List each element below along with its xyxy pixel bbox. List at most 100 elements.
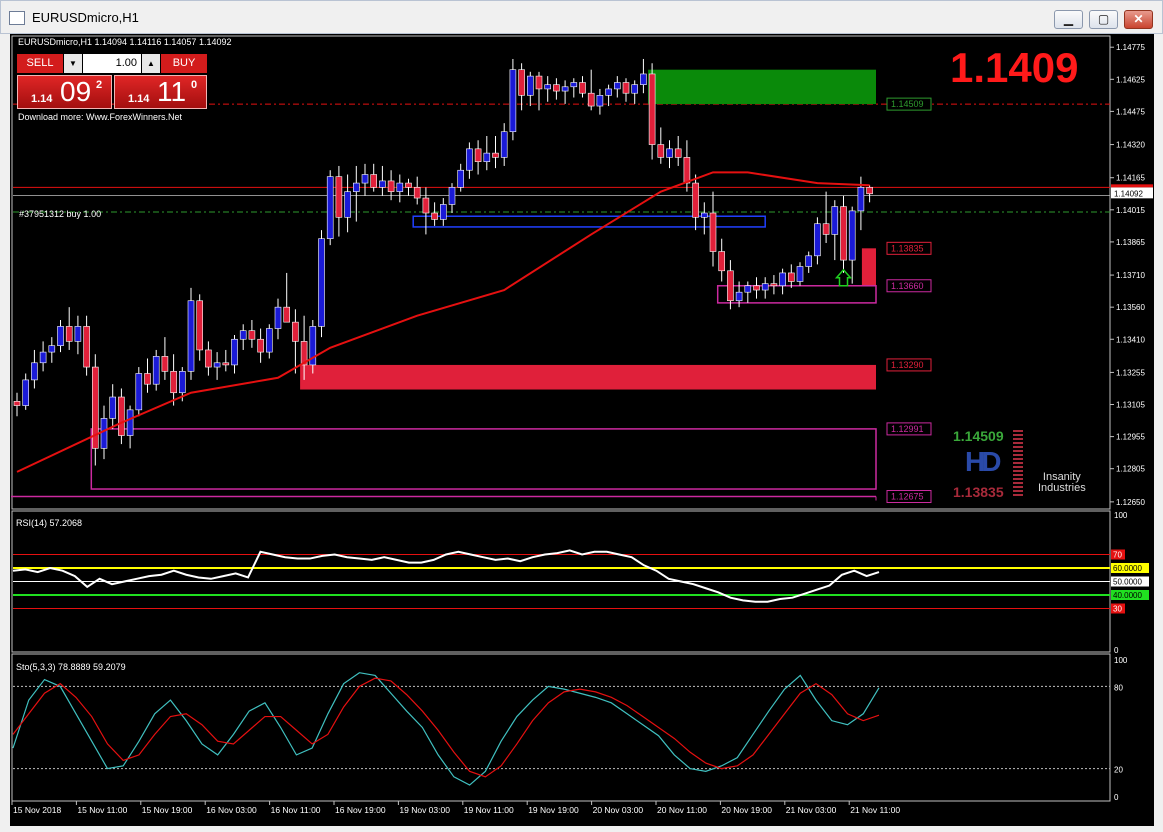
buy-price-box[interactable]: 1.14 11 0	[114, 75, 207, 109]
window-title-bar: EURUSDmicro,H1 ▁ ▢ ✕	[0, 0, 1163, 34]
x-tick-label: 19 Nov 19:00	[528, 805, 579, 815]
x-tick-label: 20 Nov 19:00	[721, 805, 772, 815]
volume-down-button[interactable]: ▼	[64, 54, 82, 73]
y-tick-label: 1.14475	[1116, 107, 1145, 116]
volume-input[interactable]: 1.00	[83, 54, 141, 73]
rsi-y-label: 0	[1114, 646, 1119, 655]
bull-candle	[613, 82, 621, 90]
bull-candle	[509, 69, 517, 133]
x-tick-label: 16 Nov 03:00	[206, 805, 257, 815]
bull-candle	[74, 326, 82, 342]
x-tick-label: 16 Nov 11:00	[271, 805, 321, 815]
bear-candle	[492, 152, 499, 158]
volume-up-button[interactable]: ▲	[142, 54, 160, 73]
supply-zone-green	[648, 69, 876, 105]
download-link[interactable]: Download more: Www.ForexWinners.Net	[18, 112, 182, 122]
y-tick-label: 1.13560	[1116, 303, 1145, 312]
x-tick-label: 21 Nov 03:00	[786, 805, 837, 815]
bear-candle	[535, 75, 543, 90]
bear-candle	[709, 212, 717, 252]
bear-candle	[648, 73, 656, 145]
bull-candle	[457, 169, 465, 188]
bear-candle	[753, 285, 760, 291]
bull-candle	[231, 338, 238, 366]
bear-candle	[335, 176, 343, 218]
sto-signal-line	[12, 677, 880, 778]
x-tick-label: 15 Nov 2018	[13, 805, 61, 815]
buy-price-prefix: 1.14	[128, 93, 150, 105]
bear-candle	[579, 82, 586, 94]
bull-candle	[779, 272, 786, 287]
bull-candle	[239, 330, 247, 340]
buy-button[interactable]: BUY	[161, 54, 207, 73]
bull-candle	[761, 283, 769, 291]
bear-candle	[431, 212, 438, 220]
sto-y-label: 0	[1114, 793, 1119, 802]
maximize-button[interactable]: ▢	[1089, 10, 1118, 29]
y-tick-label: 1.14625	[1116, 75, 1145, 84]
sto-y-label: 80	[1114, 683, 1123, 692]
y-tick-label: 1.14015	[1116, 206, 1145, 215]
y-tick-label: 1.14775	[1116, 43, 1145, 52]
ask-line-tag	[1111, 184, 1153, 188]
bear-candle	[248, 330, 256, 340]
bear-candle	[840, 206, 847, 261]
bull-candle	[213, 362, 221, 368]
bull-candle	[109, 396, 116, 419]
bear-candle	[13, 401, 21, 406]
bull-candle	[187, 300, 195, 372]
y-tick-label: 1.12650	[1116, 498, 1145, 507]
bull-candle	[700, 212, 708, 218]
bull-candle	[735, 291, 743, 302]
chart-area[interactable]: 1.14509 1.13835 1.13660 1.13290 1.12991 1.126…	[10, 34, 1154, 826]
bear-candle	[866, 187, 873, 195]
bear-candle	[370, 174, 378, 188]
y-tick-label: 1.13710	[1116, 271, 1145, 280]
hd-lower-value: 1.13835	[953, 484, 1004, 500]
bull-candle	[318, 238, 325, 327]
bull-candle	[805, 255, 813, 267]
sto-pane-border	[11, 653, 1111, 802]
bear-candle	[161, 356, 169, 372]
bear-candle	[787, 272, 795, 282]
sell-button[interactable]: SELL	[17, 54, 63, 73]
sell-price-big: 09	[60, 76, 92, 107]
sell-price-box[interactable]: 1.14 09 2	[17, 75, 112, 109]
level-tag-label: 1.14509	[891, 99, 924, 109]
hd-upper-value: 1.14509	[953, 428, 1004, 444]
y-tick-label: 1.13410	[1116, 335, 1145, 344]
bear-candle	[822, 223, 830, 235]
bull-candle	[326, 176, 334, 239]
sto-label: Sto(5,3,3) 78.8889 59.2079	[16, 662, 126, 672]
bull-candle	[344, 191, 351, 218]
bear-candle	[65, 326, 73, 342]
y-tick-label: 1.14165	[1116, 174, 1145, 183]
y-tick-label: 1.14320	[1116, 141, 1145, 150]
rsi-level-label: 40.0000	[1113, 591, 1142, 600]
bear-candle	[692, 182, 699, 218]
stop-zone-red	[861, 248, 876, 286]
x-tick-label: 20 Nov 03:00	[593, 805, 644, 815]
sto-y-label: 100	[1114, 656, 1128, 665]
close-button[interactable]: ✕	[1124, 10, 1153, 29]
bull-candle	[57, 326, 64, 346]
bull-candle	[361, 174, 369, 184]
bull-candle	[265, 328, 273, 353]
bull-candle	[631, 84, 639, 94]
bull-candle	[352, 182, 360, 192]
minimize-button[interactable]: ▁	[1054, 10, 1083, 29]
bull-candle	[126, 409, 134, 436]
rsi-level-label: 50.0000	[1113, 578, 1142, 587]
bull-candle	[179, 371, 186, 394]
x-tick-label: 19 Nov 03:00	[399, 805, 450, 815]
buy-price-big: 11	[157, 76, 187, 107]
bear-candle	[727, 270, 734, 302]
bull-candle	[39, 351, 47, 364]
bear-candle	[587, 92, 595, 107]
bear-candle	[405, 182, 412, 188]
y-tick-label: 1.13255	[1116, 368, 1145, 377]
hd-logo-icon: HD	[965, 446, 1002, 477]
x-tick-label: 16 Nov 19:00	[335, 805, 386, 815]
support-zone-large	[90, 428, 877, 490]
bull-candle	[596, 95, 604, 107]
